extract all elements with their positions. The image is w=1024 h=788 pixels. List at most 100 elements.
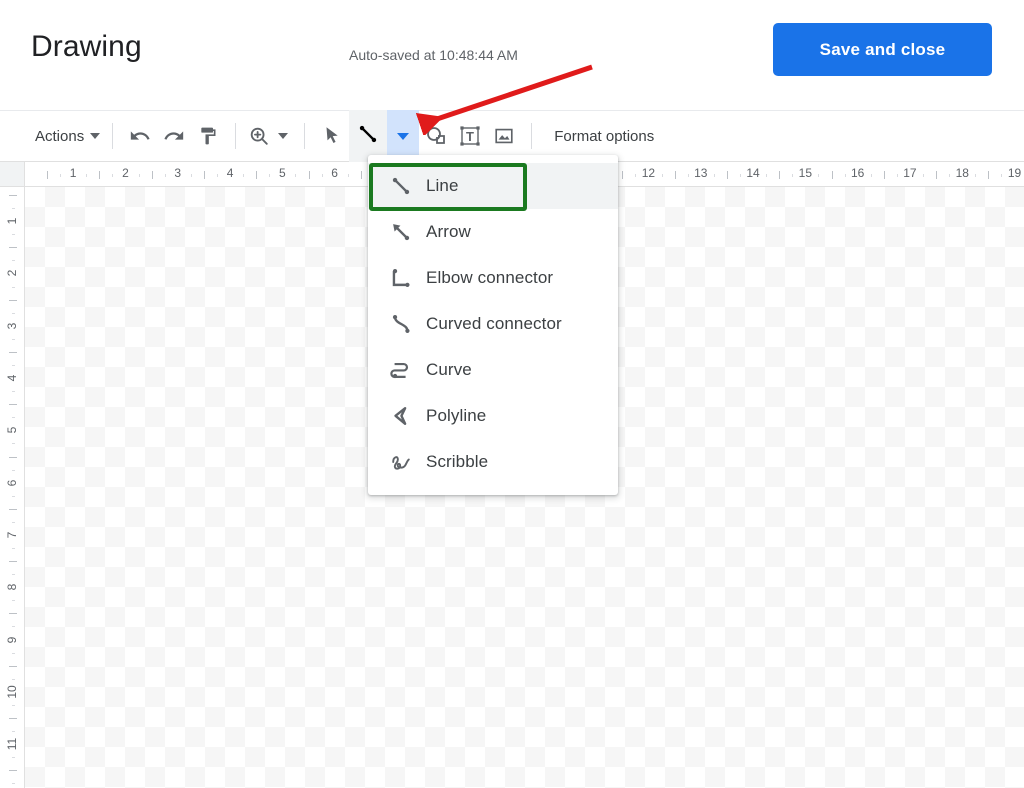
ruler-label: 2 (120, 166, 131, 180)
redo-button[interactable] (157, 119, 191, 153)
menu-item-scribble[interactable]: Scribble (368, 439, 618, 485)
ruler-tick (988, 171, 990, 179)
ruler-tick-minor (12, 391, 15, 393)
paint-format-icon (198, 126, 218, 146)
menu-item-label: Curved connector (426, 314, 562, 333)
ruler-tick (9, 247, 17, 249)
select-tool-button[interactable] (315, 119, 349, 153)
ruler-label: 7 (5, 529, 19, 541)
ruler-tick-minor (12, 574, 15, 576)
ruler-tick-minor (12, 338, 15, 340)
ruler-tick-minor (766, 174, 768, 177)
ruler-tick-minor (164, 174, 166, 177)
ruler-tick-minor (321, 174, 323, 177)
shape-tool-button[interactable] (419, 119, 453, 153)
ruler-label: 14 (744, 166, 762, 180)
ruler-tick-minor (12, 495, 15, 497)
toolbar-divider (235, 123, 237, 149)
polyline-icon (390, 405, 426, 427)
ruler-tick-minor (112, 174, 114, 177)
ruler-tick-minor (347, 174, 349, 177)
menu-item-curve[interactable]: Curve (368, 347, 618, 393)
ruler-tick (9, 665, 17, 667)
ruler-tick (9, 404, 17, 406)
image-icon (493, 125, 515, 147)
ruler-tick (9, 195, 17, 196)
ruler-label: 15 (796, 166, 815, 180)
ruler-label: 3 (172, 166, 184, 180)
ruler-tick-minor (12, 704, 15, 706)
ruler-tick (883, 171, 885, 179)
ruler-tick (9, 613, 17, 615)
menu-item-arrow[interactable]: Arrow (368, 209, 618, 255)
ruler-label: 16 (848, 166, 867, 180)
ruler-tick-minor (661, 174, 663, 177)
undo-icon (129, 125, 151, 147)
ruler-tick-minor (12, 417, 15, 419)
ruler-tick-minor (975, 174, 977, 177)
ruler-label: 3 (5, 320, 19, 332)
ruler-tick (726, 171, 728, 179)
ruler-tick-minor (86, 174, 88, 177)
ruler-tick-minor (12, 208, 15, 210)
menu-item-polyline[interactable]: Polyline (368, 393, 618, 439)
zoom-button[interactable] (246, 119, 272, 153)
ruler-tick-minor (190, 174, 192, 177)
toolbar-divider (531, 123, 533, 149)
vertical-ruler[interactable]: 1 2 3 4 5 6 7 8 9 10 11 (0, 187, 25, 788)
ruler-tick-minor (269, 174, 271, 177)
ruler-label: 4 (224, 166, 236, 180)
ruler-tick-minor (923, 174, 925, 177)
ruler-label: 9 (5, 634, 19, 645)
paint-format-button[interactable] (191, 119, 225, 153)
ruler-tick-minor (138, 174, 140, 177)
menu-item-label: Elbow connector (426, 268, 554, 287)
actions-menu-button[interactable]: Actions (33, 119, 102, 153)
ruler-tick-minor (12, 548, 15, 550)
ruler-label: 5 (5, 425, 19, 436)
autosave-status: Auto-saved at 10:48:44 AM (349, 47, 518, 63)
ruler-tick (9, 561, 17, 563)
ruler-tick-minor (12, 521, 15, 523)
ruler-tick (47, 171, 48, 179)
toolbar-divider (112, 123, 114, 149)
ruler-tick-minor (12, 286, 15, 288)
ruler-tick-minor (635, 174, 637, 177)
ruler-tick-minor (12, 469, 15, 471)
menu-item-line[interactable]: Line (368, 163, 618, 209)
ruler-tick (9, 508, 17, 510)
format-options-button[interactable]: Format options (554, 128, 654, 145)
ruler-tick-minor (12, 731, 15, 733)
ruler-tick (9, 718, 17, 719)
ruler-tick-minor (12, 678, 15, 680)
svg-text:T: T (466, 129, 474, 144)
ruler-tick (151, 171, 153, 179)
zoom-dropdown-button[interactable] (272, 119, 294, 153)
ruler-tick (936, 171, 938, 179)
ruler-tick-minor (12, 626, 15, 628)
menu-item-elbow-connector[interactable]: Elbow connector (368, 255, 618, 301)
image-tool-button[interactable] (487, 119, 521, 153)
select-icon (321, 125, 343, 147)
ruler-tick-minor (1001, 174, 1003, 177)
ruler-tick-minor (216, 174, 218, 177)
ruler-tick-minor (243, 174, 245, 177)
toolbar-divider (304, 123, 306, 149)
ruler-label: 17 (901, 166, 919, 180)
ruler-tick (99, 171, 101, 179)
undo-button[interactable] (123, 119, 157, 153)
ruler-tick-minor (295, 174, 297, 177)
ruler-tick (203, 171, 205, 179)
ruler-label: 6 (329, 166, 340, 180)
text-box-tool-button[interactable]: T (453, 119, 487, 153)
ruler-tick (622, 171, 624, 179)
ruler-tick-minor (844, 174, 846, 177)
menu-item-curved-connector[interactable]: Curved connector (368, 301, 618, 347)
text-box-icon: T (458, 124, 482, 148)
header-bar: Drawing Auto-saved at 10:48:44 AM Save a… (0, 0, 1024, 110)
save-and-close-button[interactable]: Save and close (773, 23, 992, 76)
ruler-label: 12 (639, 166, 658, 180)
ruler-tick-minor (896, 174, 898, 177)
ruler-tick-minor (12, 783, 15, 785)
ruler-tick-minor (949, 174, 951, 177)
